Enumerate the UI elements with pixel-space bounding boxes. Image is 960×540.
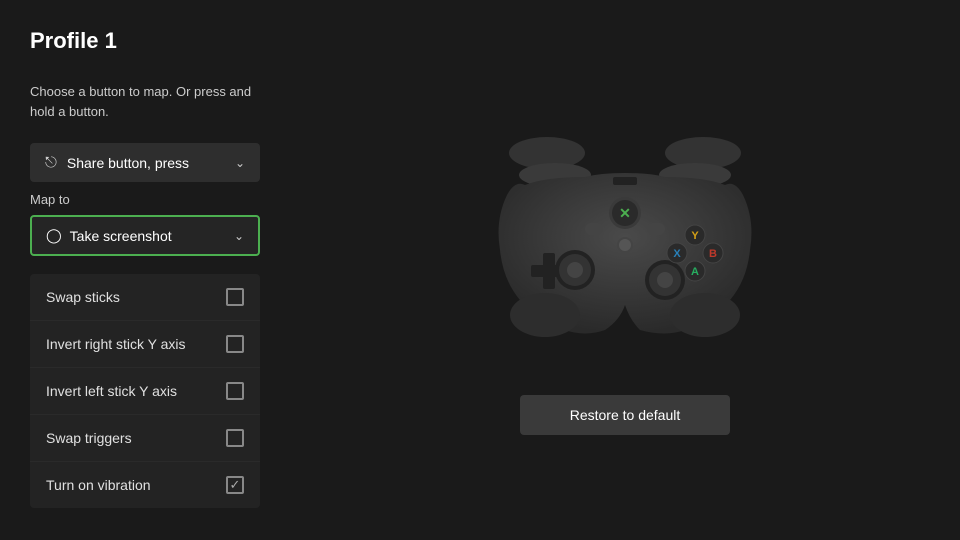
option-label-invert-right: Invert right stick Y axis: [46, 336, 186, 352]
svg-text:Y: Y: [691, 230, 699, 242]
share-icon: ⎋: [45, 154, 57, 171]
svg-text:✕: ✕: [619, 205, 631, 221]
checkbox-swap-triggers[interactable]: [226, 429, 244, 447]
share-button-dropdown[interactable]: ⎋ Share button, press ⌄: [30, 143, 260, 182]
page-title: Profile 1: [30, 28, 260, 54]
option-invert-left[interactable]: Invert left stick Y axis: [30, 368, 260, 415]
mapping-dropdown[interactable]: ◯ Take screenshot ⌄: [30, 215, 260, 256]
option-invert-right[interactable]: Invert right stick Y axis: [30, 321, 260, 368]
checkbox-invert-right[interactable]: [226, 335, 244, 353]
controller-image: ✕ Y B: [465, 105, 785, 365]
option-label-vibration: Turn on vibration: [46, 477, 151, 493]
checkbox-vibration[interactable]: [226, 476, 244, 494]
share-button-label: Share button, press: [67, 155, 235, 171]
right-panel: ✕ Y B: [290, 0, 960, 540]
checkbox-invert-left[interactable]: [226, 382, 244, 400]
checkbox-swap-sticks[interactable]: [226, 288, 244, 306]
controller-area: ✕ Y B: [465, 105, 785, 365]
active-mapping-label: Take screenshot: [70, 228, 234, 244]
option-label-swap-triggers: Swap triggers: [46, 430, 132, 446]
left-panel: Profile 1 Choose a button to map. Or pre…: [0, 0, 290, 540]
chevron-down-icon-2: ⌄: [234, 229, 244, 243]
option-swap-sticks[interactable]: Swap sticks: [30, 274, 260, 321]
option-vibration[interactable]: Turn on vibration: [30, 462, 260, 508]
svg-text:X: X: [673, 248, 681, 260]
map-to-label: Map to: [30, 192, 260, 207]
options-list: Swap sticks Invert right stick Y axis In…: [30, 274, 260, 508]
option-label-invert-left: Invert left stick Y axis: [46, 383, 177, 399]
chevron-down-icon: ⌄: [235, 156, 245, 170]
svg-text:A: A: [691, 266, 699, 278]
instruction-text: Choose a button to map. Or press and hol…: [30, 82, 260, 121]
option-label-swap-sticks: Swap sticks: [46, 289, 120, 305]
svg-text:B: B: [709, 248, 717, 260]
option-swap-triggers[interactable]: Swap triggers: [30, 415, 260, 462]
screenshot-icon: ◯: [46, 227, 62, 244]
restore-default-button[interactable]: Restore to default: [520, 395, 731, 435]
